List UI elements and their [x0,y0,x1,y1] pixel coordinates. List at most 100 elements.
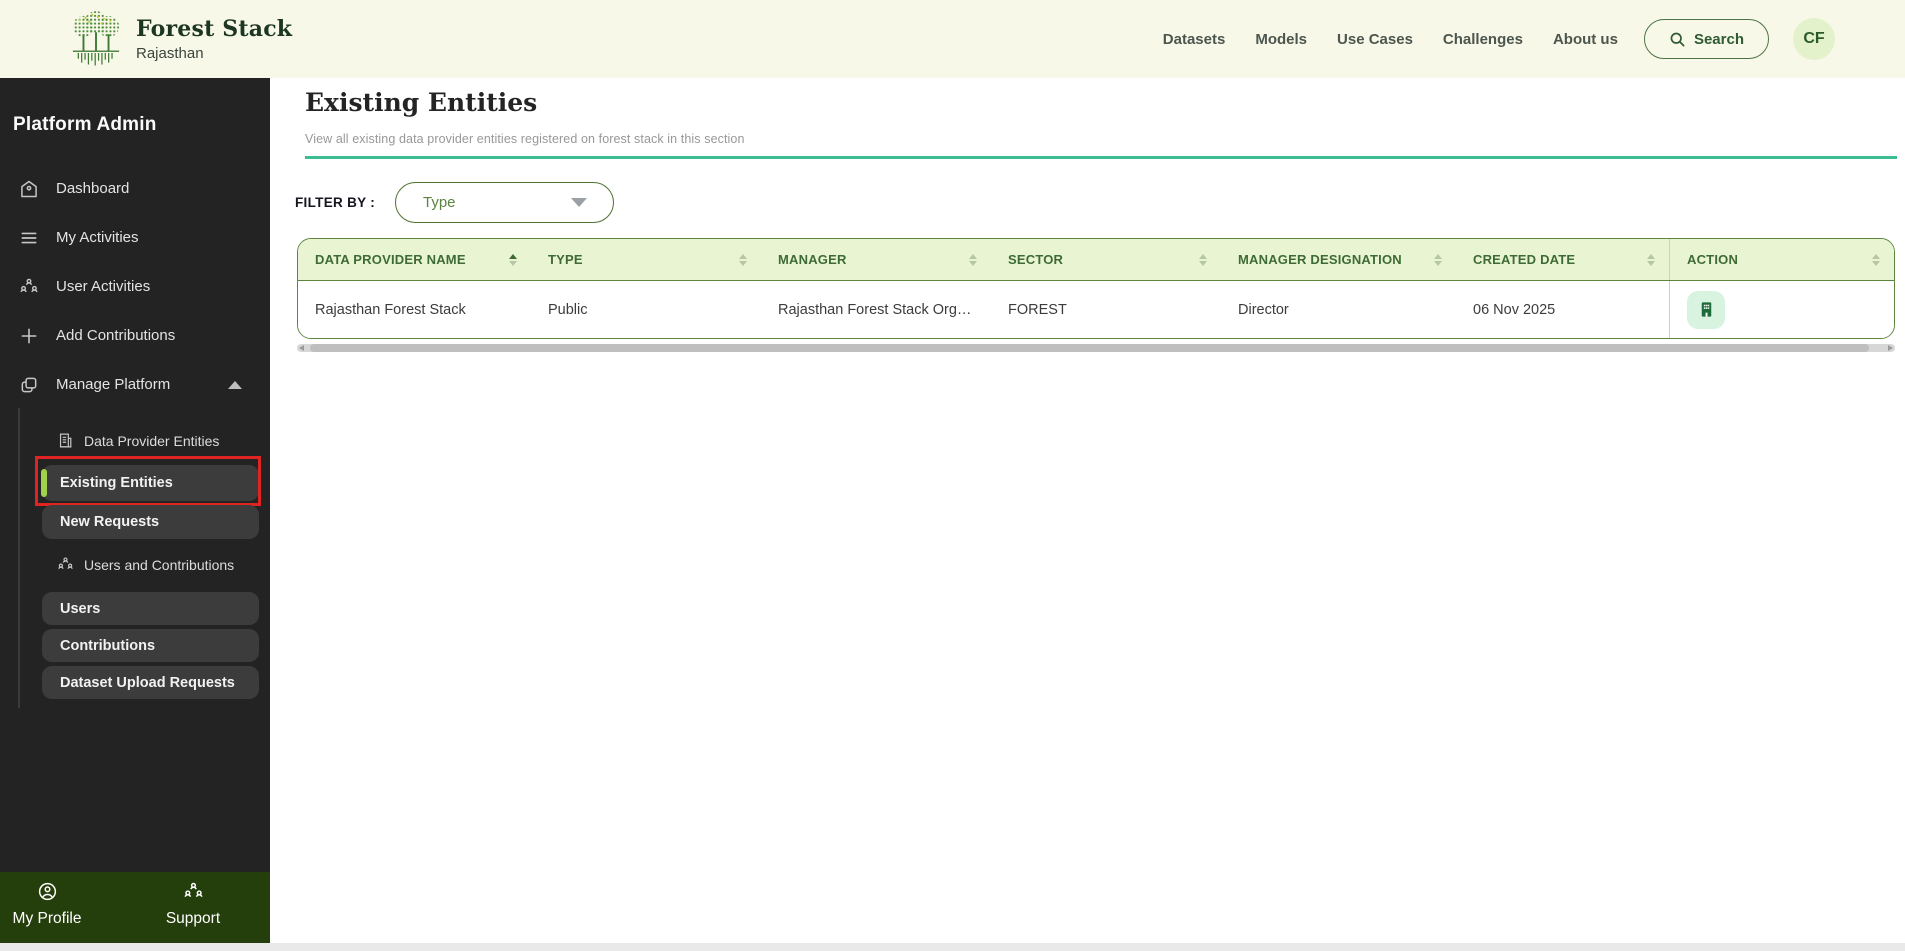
sidebar-footer: My Profile Support [0,872,270,943]
search-button[interactable]: Search [1644,19,1769,59]
sidebar-item-label: Manage Platform [56,376,170,393]
sidebar-item-label: Dashboard [56,180,129,197]
sidebar-item-label: Add Contributions [56,327,175,344]
my-profile-label: My Profile [2,910,92,928]
sidebar-item-label: User Activities [56,278,150,295]
teal-divider [305,156,1897,159]
sidebar-item-manage-platform[interactable]: Manage Platform [0,360,270,409]
app-root: Forest Stack Rajasthan Datasets Models U… [0,0,1905,951]
column-header-label: MANAGER DESIGNATION [1238,252,1402,267]
column-header-data-provider-name[interactable]: DATA PROVIDER NAME [298,239,531,280]
table-row[interactable]: Rajasthan Forest Stack Public Rajasthan … [298,281,1894,338]
search-button-label: Search [1694,31,1744,48]
support-label: Support [148,910,238,928]
page-subtitle: View all existing data provider entities… [305,132,745,146]
nav-item-datasets[interactable]: Datasets [1163,31,1226,48]
scroll-left-arrow-icon[interactable] [299,345,304,351]
my-profile-button[interactable]: My Profile [2,881,92,928]
plus-icon [19,326,39,346]
submenu-item-dataset-upload-requests[interactable]: Dataset Upload Requests [42,666,259,699]
sort-icon[interactable] [508,254,518,266]
view-entity-button[interactable] [1687,291,1725,329]
cell-manager: Rajasthan Forest Stack Org… [761,281,991,338]
sort-icon[interactable] [1198,254,1208,266]
stack-icon [19,375,39,395]
submenu-item-contributions[interactable]: Contributions [42,629,259,662]
sidebar-item-user-activities[interactable]: User Activities [0,262,270,311]
sidebar-item-dashboard[interactable]: Dashboard [0,164,270,213]
sort-icon[interactable] [1646,254,1656,266]
column-header-label: ACTION [1687,252,1738,267]
sort-icon[interactable] [968,254,978,266]
active-accent-bar [41,469,47,497]
top-nav: Datasets Models Use Cases Challenges Abo… [1163,31,1618,48]
submenu-heading-data-provider-entities[interactable]: Data Provider Entities [57,432,219,449]
brand[interactable]: Forest Stack Rajasthan [70,10,292,68]
building-lines-icon [57,432,74,449]
sidebar-submenu: Data Provider Entities Existing Entities… [18,408,262,708]
submenu-item-existing-entities[interactable]: Existing Entities [42,465,259,501]
cell-manager-designation: Director [1221,281,1456,338]
column-header-label: CREATED DATE [1473,252,1575,267]
column-header-action[interactable]: ACTION [1669,239,1894,280]
scroll-right-arrow-icon[interactable] [1888,345,1893,351]
column-header-sector[interactable]: SECTOR [991,239,1221,280]
brand-subtitle: Rajasthan [136,45,292,62]
users-icon [19,277,39,297]
sidebar-item-label: My Activities [56,229,139,246]
brand-title: Forest Stack [136,16,292,42]
table-horizontal-scrollbar[interactable] [297,344,1895,352]
table-header-row: DATA PROVIDER NAME TYPE MANAGER SECTOR M… [298,239,1894,281]
column-header-manager[interactable]: MANAGER [761,239,991,280]
cell-action [1669,281,1894,338]
nav-item-models[interactable]: Models [1255,31,1307,48]
sort-icon[interactable] [1871,254,1881,266]
search-icon [1669,31,1686,48]
forest-trees-logo-icon [70,10,122,68]
column-header-label: TYPE [548,252,583,267]
sort-icon[interactable] [738,254,748,266]
submenu-item-label: Contributions [60,638,155,654]
users-icon [183,881,204,902]
column-header-type[interactable]: TYPE [531,239,761,280]
support-button[interactable]: Support [148,881,238,928]
list-icon [19,228,39,248]
submenu-item-label: Existing Entities [60,475,173,491]
submenu-item-label: Users [60,601,100,617]
top-header: Forest Stack Rajasthan Datasets Models U… [0,0,1905,78]
scrollbar-thumb[interactable] [310,344,1869,352]
column-header-label: SECTOR [1008,252,1063,267]
sidebar-nav: Dashboard My Activities [0,164,270,409]
sidebar-item-my-activities[interactable]: My Activities [0,213,270,262]
entities-table: DATA PROVIDER NAME TYPE MANAGER SECTOR M… [297,238,1895,339]
caret-down-icon [571,198,587,207]
building-icon [1697,300,1716,319]
page-horizontal-scrollbar[interactable] [0,943,1905,951]
submenu-heading-users-and-contributions[interactable]: Users and Contributions [57,556,234,573]
submenu-item-users[interactable]: Users [42,592,259,625]
column-header-label: DATA PROVIDER NAME [315,252,466,267]
cell-data-provider-name: Rajasthan Forest Stack [298,281,531,338]
submenu-item-label: Dataset Upload Requests [60,675,235,691]
users-icon [57,556,74,573]
main-content: Existing Entities View all existing data… [270,78,1905,943]
submenu-item-new-requests[interactable]: New Requests [42,505,259,539]
profile-icon [37,881,58,902]
sidebar-item-add-contributions[interactable]: Add Contributions [0,311,270,360]
filter-by-label: FILTER BY : [295,195,375,210]
avatar[interactable]: CF [1793,18,1835,60]
column-header-label: MANAGER [778,252,847,267]
column-header-created-date[interactable]: CREATED DATE [1456,239,1669,280]
sort-icon[interactable] [1433,254,1443,266]
sidebar-title: Platform Admin [13,114,157,136]
nav-item-about-us[interactable]: About us [1553,31,1618,48]
dropdown-selected-value: Type [423,194,456,211]
cell-type: Public [531,281,761,338]
nav-item-challenges[interactable]: Challenges [1443,31,1523,48]
chevron-up-icon [228,381,242,389]
column-header-manager-designation[interactable]: MANAGER DESIGNATION [1221,239,1456,280]
type-filter-dropdown[interactable]: Type [395,182,614,223]
submenu-item-label: New Requests [60,514,159,530]
submenu-heading-label: Data Provider Entities [84,433,219,449]
nav-item-use-cases[interactable]: Use Cases [1337,31,1413,48]
